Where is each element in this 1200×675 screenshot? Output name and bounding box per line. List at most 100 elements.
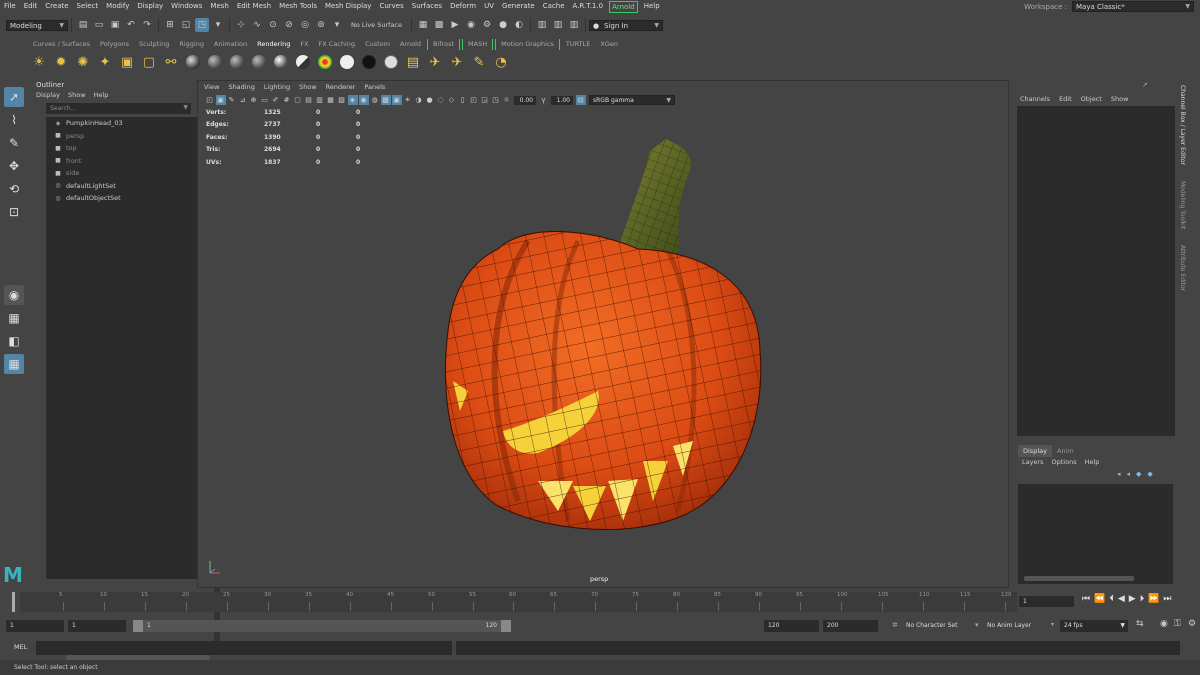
animation-preferences-icon[interactable]: ⚙ [1188,619,1196,629]
render-view-icon[interactable]: ▩ [432,18,446,32]
single-perspective-layout-icon[interactable]: ◉ [4,285,24,305]
channel-menu-object[interactable]: Object [1081,95,1102,103]
channel-menu-channels[interactable]: Channels [1020,95,1050,103]
lasso-tool-icon[interactable]: ⌇ [4,110,24,130]
shelf-tab-fx-caching[interactable]: FX Caching [314,39,361,50]
outliner-item[interactable]: ◈ PumpkinHead_03 [46,117,200,130]
spot-light-icon[interactable]: ✦ [95,52,115,72]
menu-help[interactable]: Help [640,0,664,13]
menu-edit[interactable]: Edit [20,0,42,13]
new-layer-selected-icon[interactable]: ◆ [1147,470,1152,478]
menu-deform[interactable]: Deform [446,0,480,13]
menu-create[interactable]: Create [41,0,72,13]
loop-icon[interactable]: ⇆ [1136,619,1144,629]
directional-light-icon[interactable]: ✹ [51,52,71,72]
ambient-light-icon[interactable]: ☀ [29,52,49,72]
outliner-item[interactable]: ■ persp [46,130,200,143]
menu-surfaces[interactable]: Surfaces [408,0,446,13]
move-layer-down-icon[interactable]: ◂ [1127,470,1131,478]
sign-in-dropdown[interactable]: ● Sign In ▼ [589,19,664,31]
mel-label[interactable]: MEL [14,643,27,651]
render-current-icon[interactable]: ▶ [448,18,462,32]
menu-generate[interactable]: Generate [498,0,539,13]
point-light-icon[interactable]: ✺ [73,52,93,72]
play-forwards-icon[interactable]: ▶ [1129,594,1136,604]
step-back-frame-icon[interactable]: ⏴ [1109,594,1114,604]
new-scene-icon[interactable]: ▤ [76,18,90,32]
shelf-tab-fx[interactable]: FX [295,39,313,50]
side-tab-attribute-editor[interactable]: Attribute Editor [1179,245,1186,291]
menu-mesh[interactable]: Mesh [206,0,232,13]
shelf-tab-bifrost[interactable]: Bifrost [427,39,461,50]
channel-menu-show[interactable]: Show [1111,95,1129,103]
render-sequence-icon[interactable]: ✈ [447,52,467,72]
step-forward-key-icon[interactable]: ⏩ [1148,594,1159,604]
go-to-end-icon[interactable]: ⏭ [1163,594,1171,604]
paint-select-tool-icon[interactable]: ✎ [4,133,24,153]
menu-mesh-tools[interactable]: Mesh Tools [275,0,321,13]
auto-key-icon[interactable]: ◉ [1160,619,1168,629]
shelf-tab-arnold[interactable]: Arnold [395,39,426,50]
move-layer-up-icon[interactable]: ◂ [1117,470,1121,478]
outliner-item[interactable]: ◎ defaultLightSet [46,180,200,193]
playback-end-field[interactable]: 120 [764,620,819,632]
anim-layer-dropdown[interactable]: No Anim Layer [983,620,1051,632]
mel-input[interactable] [36,641,452,655]
menu-windows[interactable]: Windows [167,0,206,13]
animation-end-field[interactable]: 200 [823,620,878,632]
outliner-menu-display[interactable]: Display [36,91,60,99]
menu-uv[interactable]: UV [480,0,498,13]
select-objects-icon[interactable]: ◱ [179,18,193,32]
select-tool-icon[interactable]: ➚ [4,87,24,107]
open-scene-icon[interactable]: ▭ [92,18,106,32]
render-region-icon[interactable]: ▤ [403,52,423,72]
black-shader-icon[interactable] [359,52,379,72]
go-to-start-icon[interactable]: ⏮ [1082,594,1090,604]
construction-history-icon[interactable]: ▦ [416,18,430,32]
toon-shader-icon[interactable] [293,52,313,72]
menu-file[interactable]: File [0,0,20,13]
undo-icon[interactable]: ↶ [124,18,138,32]
outliner-item[interactable]: ■ top [46,142,200,155]
pumpkin-model[interactable] [198,81,1010,589]
rotate-tool-icon[interactable]: ⟲ [4,179,24,199]
snap-point-icon[interactable]: ⊙ [266,18,280,32]
lambert-material-icon[interactable] [205,52,225,72]
persp-outliner-layout-icon[interactable]: ◧ [4,331,24,351]
snap-options-icon[interactable]: ▾ [330,18,344,32]
phonge-material-icon[interactable] [249,52,269,72]
range-start-handle[interactable] [133,620,143,632]
redo-icon[interactable]: ↷ [140,18,154,32]
fps-dropdown[interactable]: 24 fps ▼ [1060,620,1128,632]
play-backwards-icon[interactable]: ◀ [1118,594,1125,604]
layer-menu-options[interactable]: Options [1052,458,1077,466]
toggle-panel-3-icon[interactable]: ▥ [567,18,581,32]
batch-render-icon[interactable]: ✈ [425,52,445,72]
area-light-icon[interactable]: ▣ [117,52,137,72]
side-tab-channel-box-layer-editor[interactable]: Channel Box / Layer Editor [1179,85,1186,165]
shelf-tab-mash[interactable]: MASH [462,39,494,50]
outliner-search-input[interactable]: Search... ▼ [46,103,191,114]
live-surface-label[interactable]: No Live Surface [351,21,402,29]
toggle-panel-2-icon[interactable]: ▥ [551,18,565,32]
menu-select[interactable]: Select [73,0,103,13]
outliner-item[interactable]: ■ side [46,167,200,180]
outliner-item[interactable]: ◎ defaultObjectSet [46,192,200,205]
range-slider[interactable]: 1 120 [133,620,511,632]
shelf-tab-turtle[interactable]: TURTLE [561,39,595,50]
ipr-render-icon[interactable]: ◉ [464,18,478,32]
layer-tab-display[interactable]: Display [1018,445,1052,457]
menu-edit-mesh[interactable]: Edit Mesh [233,0,275,13]
scale-tool-icon[interactable]: ⊡ [4,202,24,222]
playback-start-field[interactable]: 1 [68,620,126,632]
menu-curves[interactable]: Curves [375,0,407,13]
snap-curve-icon[interactable]: ∿ [250,18,264,32]
four-view-layout-icon[interactable]: ▦ [4,308,24,328]
select-components-icon[interactable]: ◳ [195,18,209,32]
move-tool-icon[interactable]: ✥ [4,156,24,176]
snap-grid-icon[interactable]: ⊹ [234,18,248,32]
snap-view-icon[interactable]: ⊘ [282,18,296,32]
hypershade-icon[interactable]: ● [496,18,510,32]
shelf-tab-sculpting[interactable]: Sculpting [134,39,174,50]
save-scene-icon[interactable]: ▣ [108,18,122,32]
